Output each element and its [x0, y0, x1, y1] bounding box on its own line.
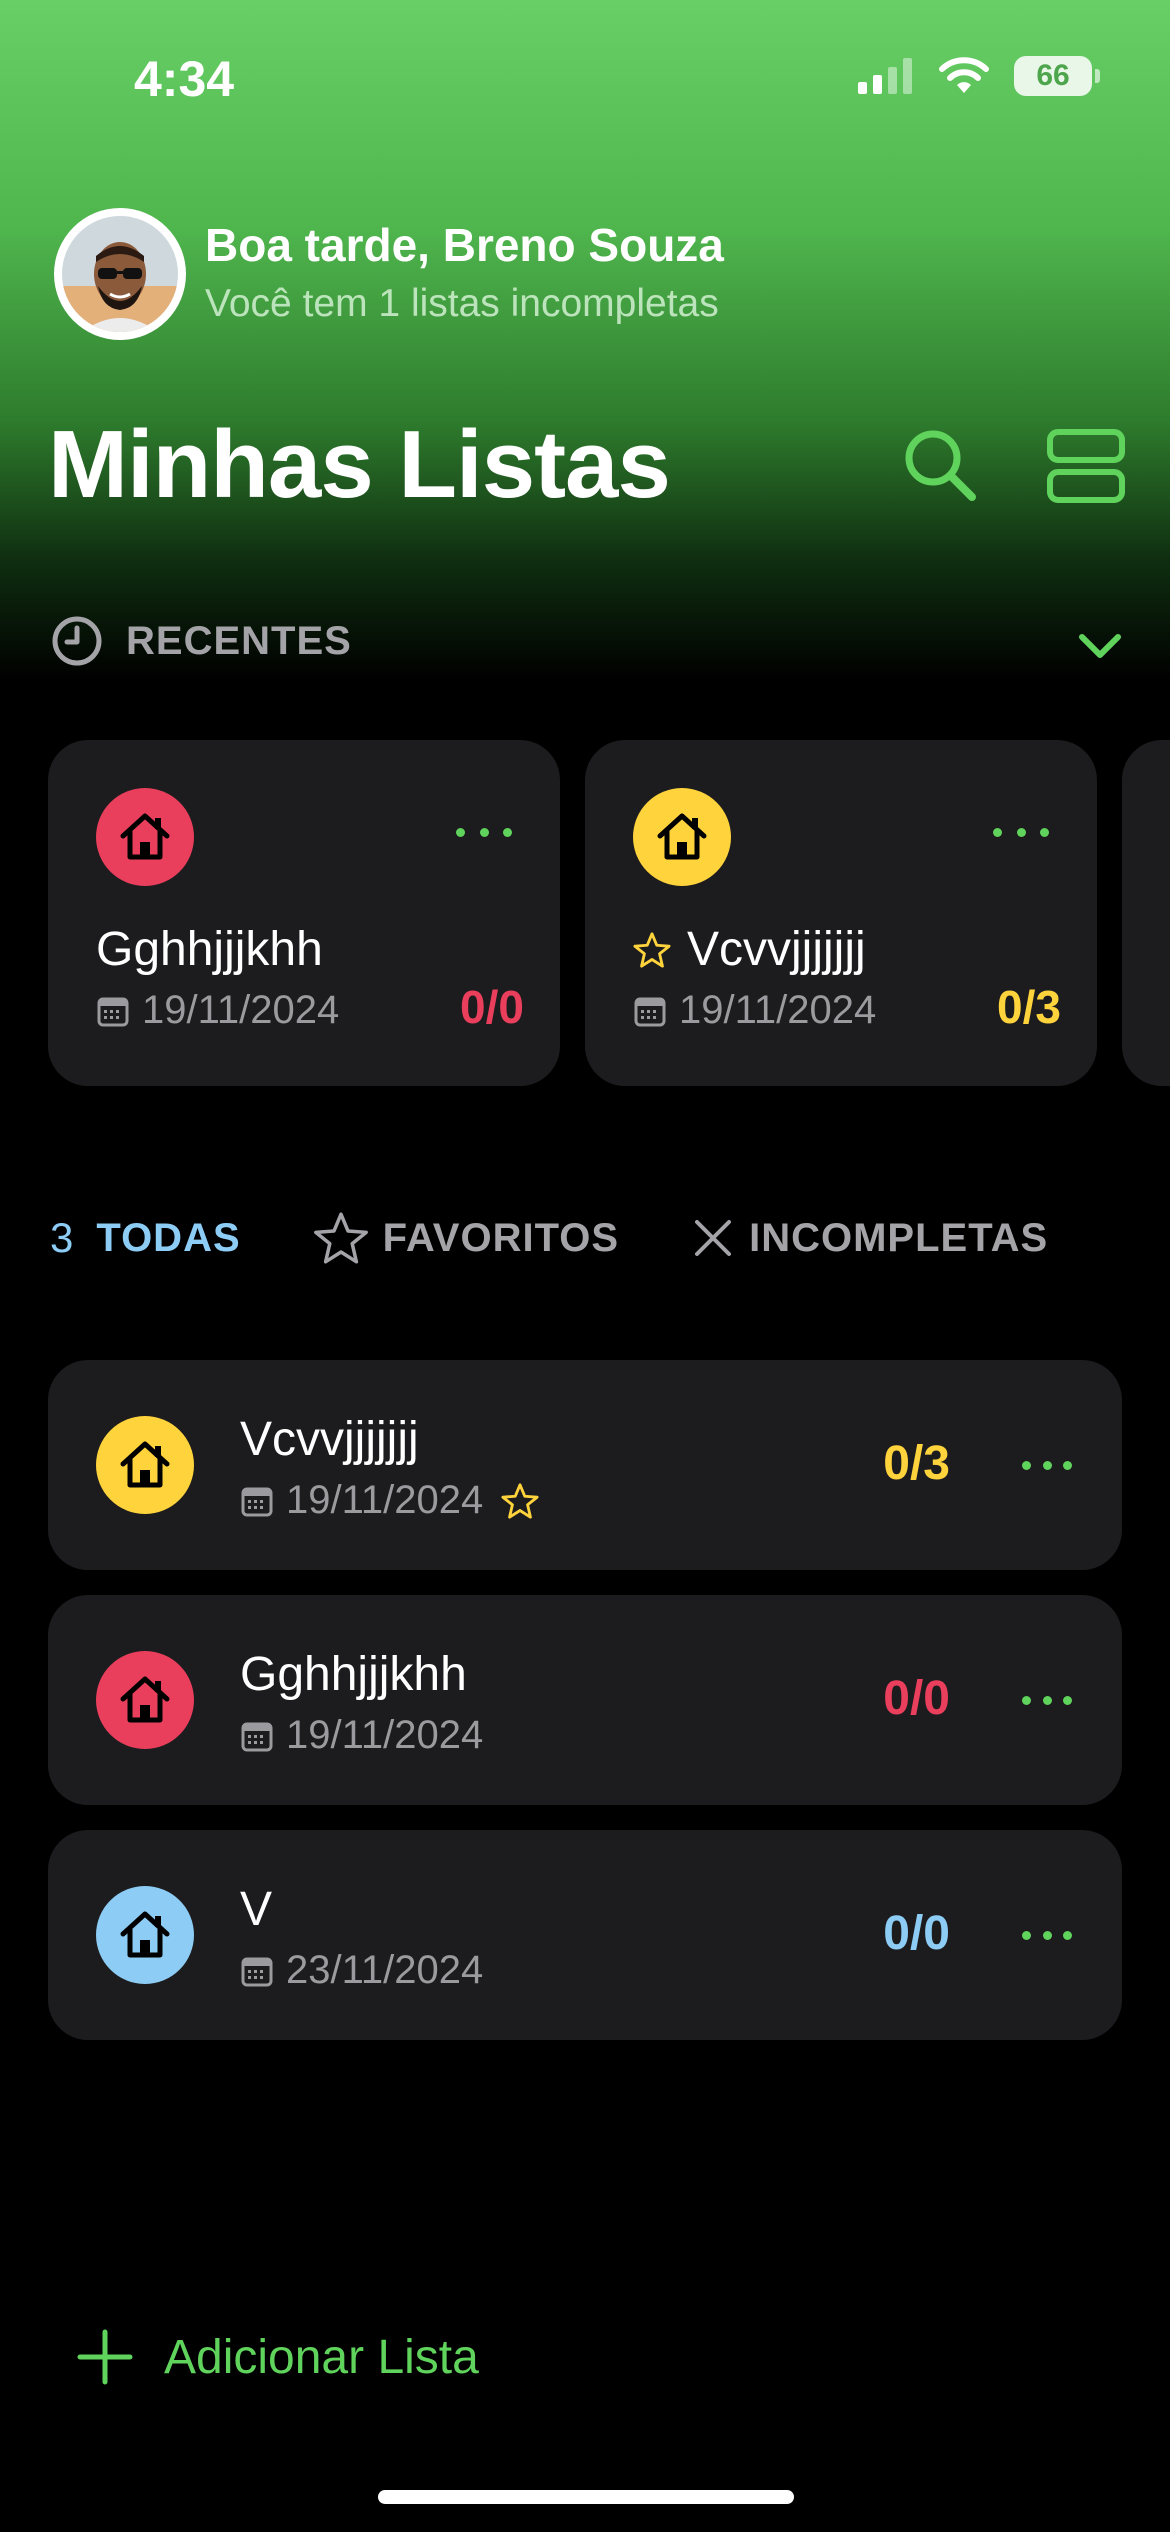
battery-icon: 66 — [1014, 56, 1100, 96]
search-icon — [905, 430, 976, 501]
card-progress: 0/3 — [997, 981, 1061, 1033]
collapse-recent-button[interactable] — [1074, 620, 1126, 672]
app-screen: 4:34 66 Boa tarde, Breno Souza Você tem … — [0, 0, 1170, 2532]
more-options-button[interactable] — [1022, 1918, 1072, 1952]
card-title: Vcvvjjjjjjj — [633, 922, 866, 977]
wifi-icon — [939, 57, 989, 93]
card-progress: 0/0 — [460, 981, 524, 1033]
chevron-down-icon — [1079, 634, 1121, 658]
calendar-icon — [241, 1722, 273, 1751]
add-list-label: Adicionar Lista — [164, 2330, 479, 2384]
signal-icon — [858, 58, 912, 94]
more-options-button[interactable] — [993, 812, 1049, 852]
page-title: Minhas Listas — [48, 411, 671, 518]
more-options-button[interactable] — [1022, 1683, 1072, 1717]
tab-all-count: 3 — [50, 1214, 75, 1261]
add-list-button[interactable]: Adicionar Lista — [76, 2328, 479, 2386]
avatar-photo — [62, 216, 178, 332]
calendar-icon — [241, 1957, 273, 1986]
more-options-button[interactable] — [456, 812, 512, 852]
list-date: 19/11/2024 — [240, 1713, 483, 1758]
more-options-button[interactable] — [1022, 1448, 1072, 1482]
list-name: Gghhjjjkhh — [240, 1648, 467, 1701]
status-icons: 66 — [858, 56, 1100, 96]
card-date: 19/11/2024 — [96, 988, 339, 1033]
list-item[interactable]: V 23/11/2024 0/0 — [48, 1830, 1122, 2040]
filter-tabs: 3 TODAS FAVORITOS INCOMPLETAS — [50, 1208, 1120, 1268]
view-toggle-button[interactable] — [1046, 428, 1126, 504]
calendar-icon — [634, 997, 666, 1026]
plus-icon — [77, 2329, 133, 2385]
star-icon — [313, 1212, 368, 1264]
house-icon — [633, 788, 731, 886]
tab-incomplete[interactable]: INCOMPLETAS — [691, 1216, 1048, 1261]
x-icon — [695, 1220, 732, 1256]
status-time: 4:34 — [134, 51, 235, 107]
list-name: Vcvvjjjjjjj — [240, 1413, 419, 1466]
list-progress: 0/3 — [883, 1437, 950, 1490]
recent-section-header: RECENTES — [50, 614, 352, 668]
clock-icon — [52, 616, 102, 666]
list-progress: 0/0 — [883, 1672, 950, 1725]
incomplete-summary: Você tem 1 listas incompletas — [205, 282, 719, 325]
calendar-icon — [97, 997, 129, 1026]
list-item[interactable]: Gghhjjjkhh 19/11/2024 0/0 — [48, 1595, 1122, 1805]
card-title: Gghhjjjkhh — [96, 923, 323, 976]
tab-all[interactable]: 3 TODAS — [50, 1214, 241, 1262]
greeting-text: Boa tarde, Breno Souza — [205, 219, 724, 271]
house-icon — [96, 1886, 194, 1984]
star-icon — [633, 931, 671, 968]
star-icon — [501, 1482, 539, 1519]
calendar-icon — [241, 1487, 273, 1516]
recent-card[interactable]: Vcvvjjjjjjj 19/11/2024 0/3 — [585, 740, 1097, 1086]
list-item[interactable]: Vcvvjjjjjjj 19/11/2024 0/3 — [48, 1360, 1122, 1570]
recent-card[interactable] — [1122, 740, 1170, 1086]
list-name: V — [240, 1883, 273, 1936]
list-date: 19/11/2024 — [240, 1478, 539, 1523]
search-button[interactable] — [900, 425, 980, 505]
house-icon — [96, 788, 194, 886]
rows-layout-icon — [1047, 429, 1125, 503]
house-icon — [96, 1651, 194, 1749]
card-date: 19/11/2024 — [633, 988, 876, 1033]
list-progress: 0/0 — [883, 1907, 950, 1960]
list-date: 23/11/2024 — [240, 1948, 483, 1993]
avatar[interactable] — [54, 208, 186, 340]
house-icon — [96, 1416, 194, 1514]
home-indicator[interactable] — [378, 2490, 794, 2504]
tab-favorites[interactable]: FAVORITOS — [313, 1210, 619, 1266]
recent-card[interactable]: Gghhjjjkhh 19/11/2024 0/0 — [48, 740, 560, 1086]
recent-label: RECENTES — [126, 618, 352, 663]
